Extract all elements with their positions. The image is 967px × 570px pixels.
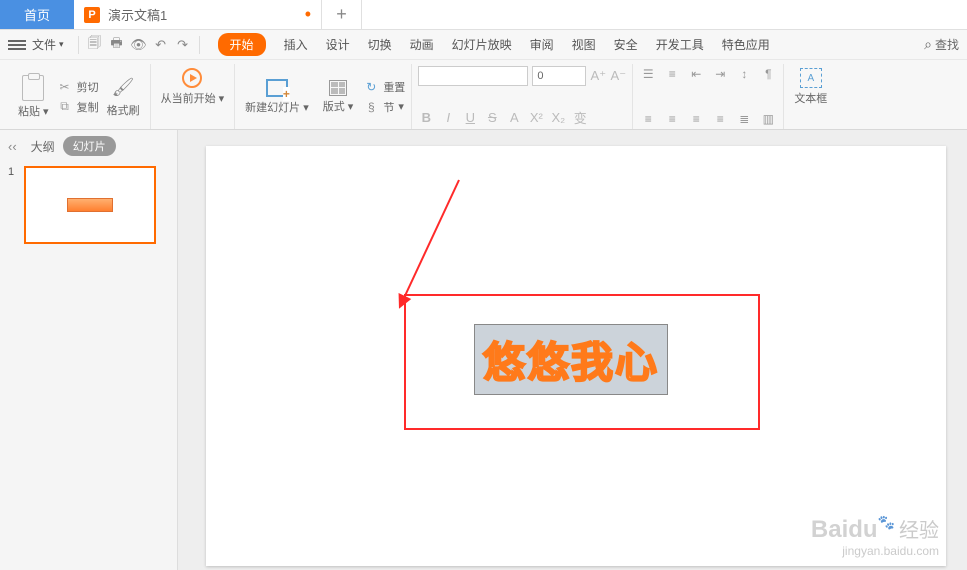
slide-canvas-area[interactable]: 悠悠我心 Baidu🐾经验 jingyan.baidu.com: [178, 130, 967, 570]
collapse-panel-icon[interactable]: ‹‹: [8, 139, 17, 154]
search-box[interactable]: ⌕ 查找: [924, 36, 959, 53]
tab-design[interactable]: 设计: [326, 36, 350, 53]
paste-button[interactable]: 粘贴 ▾: [14, 73, 53, 121]
qat-undo-icon[interactable]: ↶: [151, 35, 171, 55]
reset-button[interactable]: 重置: [363, 79, 405, 95]
brush-icon: 🖌: [111, 76, 135, 100]
tab-slideshow[interactable]: 幻灯片放映: [452, 36, 512, 53]
slide-thumbnail[interactable]: [24, 166, 156, 244]
copy-icon: ⧉: [57, 99, 73, 115]
align-center-icon[interactable]: ≡: [663, 111, 681, 127]
new-tab-button[interactable]: +: [322, 0, 362, 29]
tab-animation[interactable]: 动画: [410, 36, 434, 53]
separator: [78, 36, 79, 54]
slide-panel: ‹‹ 大纲 幻灯片 1: [0, 130, 178, 570]
outline-tab[interactable]: 大纲: [31, 138, 55, 155]
play-from-current-button[interactable]: 从当前开始 ▾: [157, 66, 229, 108]
qat-print-icon[interactable]: 🖶: [107, 35, 127, 55]
search-icon: ⌕: [924, 36, 932, 53]
tab-home[interactable]: 首页: [0, 0, 74, 29]
bullets-icon[interactable]: ☰: [639, 66, 657, 82]
play-icon: [182, 68, 202, 88]
doc-title: 演示文稿1: [108, 5, 167, 24]
layout-button[interactable]: 版式 ▾: [319, 78, 358, 116]
distribute-icon[interactable]: ≣: [735, 111, 753, 127]
tab-transition[interactable]: 切换: [368, 36, 392, 53]
indent-increase-icon[interactable]: ⇥: [711, 66, 729, 82]
columns-icon[interactable]: ▥: [759, 111, 777, 127]
tab-insert[interactable]: 插入: [284, 36, 308, 53]
font-size-input[interactable]: 0: [532, 66, 586, 86]
tab-devtools[interactable]: 开发工具: [656, 36, 704, 53]
thumb-text-preview: [67, 198, 113, 212]
thumbnail-row[interactable]: 1: [8, 166, 169, 244]
align-right-icon[interactable]: ≡: [687, 111, 705, 127]
menu-bar: 文件▾ 🗐 🖶 👁 ↶ ↷ 开始 插入 设计 切换 动画 幻灯片放映 审阅 视图…: [0, 30, 967, 60]
qat-redo-icon[interactable]: ↷: [173, 35, 193, 55]
group-paragraph: ☰ ≡ ⇤ ⇥ ↕ ¶ ≡ ≡ ≡ ≡ ≣ ▥: [633, 64, 784, 129]
chevron-down-icon: ▾: [59, 39, 64, 50]
font-family-select[interactable]: [418, 66, 528, 86]
ribbon-tabs: 开始 插入 设计 切换 动画 幻灯片放映 审阅 视图 安全 开发工具 特色应用: [218, 33, 770, 56]
section-icon: [363, 99, 379, 115]
textbox-button[interactable]: A 文本框: [790, 66, 831, 108]
section-button[interactable]: 节 ▾: [363, 99, 405, 115]
presentation-icon: P: [84, 7, 100, 23]
tab-view[interactable]: 视图: [572, 36, 596, 53]
group-textbox: A 文本框: [784, 64, 837, 129]
tab-document[interactable]: P 演示文稿1 •: [74, 0, 322, 29]
format-brush-button[interactable]: 🖌 格式刷: [103, 74, 144, 120]
main-area: ‹‹ 大纲 幻灯片 1 悠悠我心 Baidu🐾经验 jingyan.baidu.…: [0, 130, 967, 570]
subscript-button[interactable]: X₂: [550, 110, 566, 125]
numbering-icon[interactable]: ≡: [663, 66, 681, 82]
decrease-font-button[interactable]: A⁻: [610, 68, 626, 84]
italic-button[interactable]: I: [440, 110, 456, 125]
group-clipboard: 粘贴 ▾ ✂剪切 ⧉复制 🖌 格式刷: [8, 64, 151, 129]
textbox-icon: A: [800, 68, 822, 88]
increase-font-button[interactable]: A⁺: [590, 68, 606, 84]
group-slides: 新建幻灯片 ▾ 版式 ▾ 重置 节 ▾: [235, 64, 412, 129]
file-menu[interactable]: 文件▾: [32, 36, 64, 53]
modified-dot-icon: •: [305, 4, 311, 25]
clipboard-icon: [22, 75, 44, 101]
slides-tab[interactable]: 幻灯片: [63, 136, 116, 156]
hamburger-icon[interactable]: [8, 40, 26, 50]
group-slideshow: 从当前开始 ▾: [151, 64, 236, 129]
layout-icon: [329, 80, 347, 96]
scissors-icon: ✂: [57, 79, 73, 95]
qat-save-icon[interactable]: 🗐: [85, 35, 105, 55]
reset-icon: [363, 79, 379, 95]
tab-review[interactable]: 审阅: [530, 36, 554, 53]
slide[interactable]: 悠悠我心: [206, 146, 946, 566]
new-slide-button[interactable]: 新建幻灯片 ▾: [241, 77, 313, 117]
new-slide-icon: [266, 79, 288, 97]
annotation-arrow: [399, 180, 460, 308]
group-font: 0 A⁺ A⁻ B I U S A X² X₂ 变: [412, 64, 633, 129]
tab-special[interactable]: 特色应用: [722, 36, 770, 53]
text-direction-icon[interactable]: ¶: [759, 66, 777, 82]
superscript-button[interactable]: X²: [528, 110, 544, 125]
align-justify-icon[interactable]: ≡: [711, 111, 729, 127]
change-case-button[interactable]: 变: [572, 108, 588, 127]
line-spacing-icon[interactable]: ↕: [735, 66, 753, 82]
indent-decrease-icon[interactable]: ⇤: [687, 66, 705, 82]
slide-number: 1: [8, 166, 18, 178]
bold-button[interactable]: B: [418, 110, 434, 125]
underline-button[interactable]: U: [462, 110, 478, 125]
tab-start[interactable]: 开始: [218, 33, 266, 56]
cut-button[interactable]: ✂剪切: [57, 79, 99, 95]
qat-preview-icon[interactable]: 👁: [129, 35, 149, 55]
copy-button[interactable]: ⧉复制: [57, 99, 99, 115]
align-left-icon[interactable]: ≡: [639, 111, 657, 127]
wordart-text: 悠悠我心: [483, 329, 659, 390]
font-color-button[interactable]: A: [506, 110, 522, 125]
tab-security[interactable]: 安全: [614, 36, 638, 53]
strike-button[interactable]: S: [484, 110, 500, 125]
text-object[interactable]: 悠悠我心: [474, 324, 668, 395]
title-tabs: 首页 P 演示文稿1 • +: [0, 0, 967, 30]
ribbon: 粘贴 ▾ ✂剪切 ⧉复制 🖌 格式刷 从当前开始 ▾ 新建幻灯片 ▾ 版式 ▾ …: [0, 60, 967, 130]
separator: [199, 36, 200, 54]
